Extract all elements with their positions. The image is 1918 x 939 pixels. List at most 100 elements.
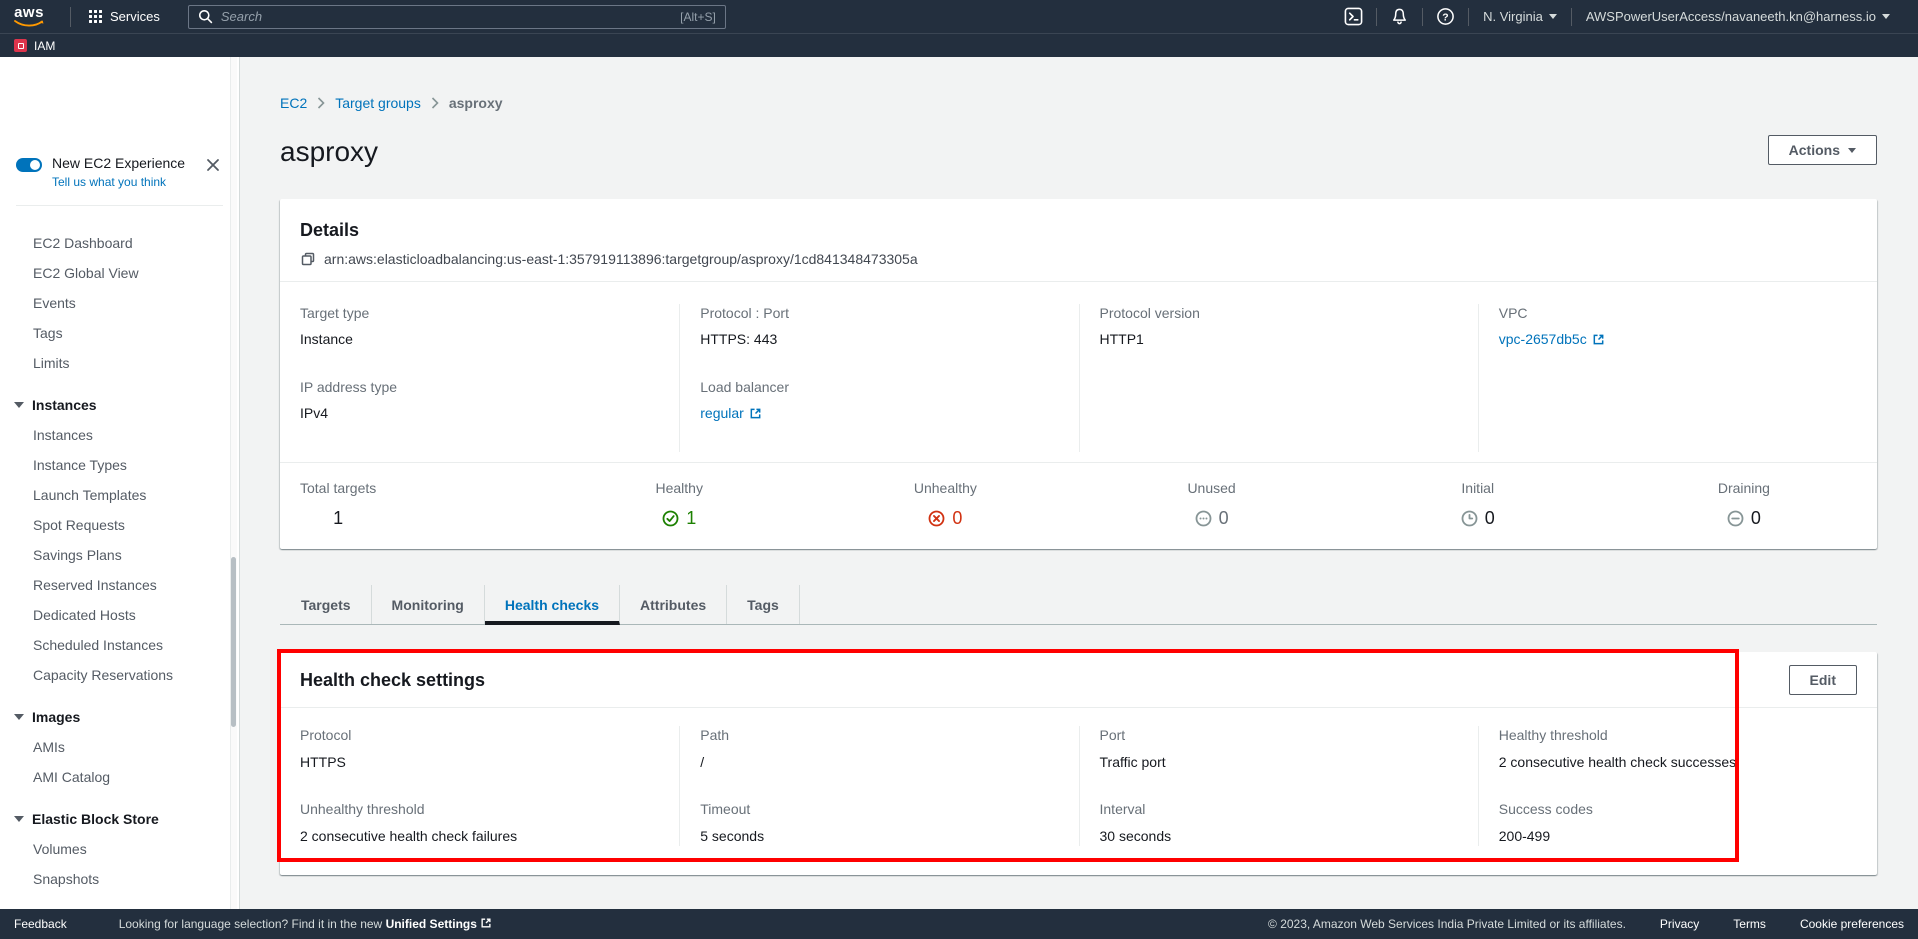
services-menu-button[interactable]: Services (83, 5, 166, 28)
account-menu[interactable]: AWSPowerUserAccess/navaneeth.kn@harness.… (1572, 0, 1904, 33)
protocol-port-value: HTTPS: 443 (700, 330, 1058, 348)
aws-logo[interactable]: aws (14, 6, 44, 28)
breadcrumb-target-groups[interactable]: Target groups (335, 95, 421, 111)
total-targets-value: 1 (300, 507, 376, 529)
tab-bar: Targets Monitoring Health checks Attribu… (280, 585, 1877, 625)
sidebar-item-spot-requests[interactable]: Spot Requests (0, 510, 239, 540)
top-navigation-bar: aws Services [Alt+S] ? N. Virginia AWSPo… (0, 0, 1918, 33)
sidebar-scrollbar[interactable] (230, 57, 237, 909)
region-selector[interactable]: N. Virginia (1469, 0, 1571, 33)
hc-protocol-value: HTTPS (300, 752, 659, 772)
iam-shortcut[interactable]: IAM (14, 39, 55, 53)
tab-health-checks[interactable]: Health checks (485, 585, 620, 625)
terms-link[interactable]: Terms (1733, 917, 1766, 931)
unified-settings-link[interactable]: Unified Settings (386, 917, 477, 931)
privacy-link[interactable]: Privacy (1660, 917, 1699, 931)
sidebar-item-capacity-reservations[interactable]: Capacity Reservations (0, 660, 239, 690)
vpc-link[interactable]: vpc-2657db5c (1499, 330, 1605, 348)
sidebar-item-instance-types[interactable]: Instance Types (0, 450, 239, 480)
sidebar-item-events[interactable]: Events (0, 288, 239, 318)
field-label: Protocol : Port (700, 304, 1058, 322)
breadcrumb-current: asproxy (449, 95, 503, 111)
chevron-right-icon (317, 97, 325, 109)
footer: Feedback Looking for language selection?… (0, 909, 1918, 939)
section-label: Elastic Block Store (32, 811, 159, 827)
field-label: Timeout (700, 800, 1058, 818)
page-title: asproxy (280, 135, 378, 169)
vpc-id: vpc-2657db5c (1499, 330, 1587, 348)
new-experience-toggle[interactable] (16, 158, 42, 172)
nav-divider (70, 7, 71, 27)
svg-text:?: ? (1442, 12, 1448, 23)
draining-count: 0 (1751, 507, 1761, 529)
sidebar-item-tags[interactable]: Tags (0, 318, 239, 348)
initial-label: Initial (1345, 479, 1611, 497)
sidebar-section-elastic-block-store[interactable]: Elastic Block Store (0, 802, 239, 834)
field-label: IP address type (300, 378, 659, 396)
notifications-button[interactable] (1377, 0, 1422, 33)
cloudshell-button[interactable] (1331, 0, 1376, 33)
hc-healthy-threshold-value: 2 consecutive health check successes (1499, 752, 1857, 772)
sidebar-item-ec2-dashboard[interactable]: EC2 Dashboard (0, 228, 239, 258)
field-label: Interval (1100, 800, 1458, 818)
main-content: EC2 Target groups asproxy asproxy Action… (240, 57, 1918, 909)
tell-us-link[interactable]: Tell us what you think (52, 175, 197, 189)
field-label: Load balancer (700, 378, 1058, 396)
sidebar-item-limits[interactable]: Limits (0, 348, 239, 378)
sidebar-item-savings-plans[interactable]: Savings Plans (0, 540, 239, 570)
initial-clock-circle-icon (1461, 510, 1478, 527)
sidebar-item-launch-templates[interactable]: Launch Templates (0, 480, 239, 510)
load-balancer-link[interactable]: regular (700, 404, 762, 422)
actions-button[interactable]: Actions (1768, 135, 1877, 165)
tab-targets[interactable]: Targets (280, 585, 372, 624)
sidebar-item-dedicated-hosts[interactable]: Dedicated Hosts (0, 600, 239, 630)
field-label: Healthy threshold (1499, 726, 1857, 744)
sidebar-item-amis[interactable]: AMIs (0, 732, 239, 762)
section-label: Instances (32, 397, 97, 413)
hc-path-value: / (700, 752, 1058, 772)
ec2-sidebar: New EC2 Experience Tell us what you thin… (0, 57, 240, 909)
aws-logo-text: aws (14, 6, 44, 20)
sidebar-divider (16, 205, 223, 206)
field-label: Target type (300, 304, 659, 322)
tab-tags[interactable]: Tags (727, 585, 800, 624)
account-label: AWSPowerUserAccess/navaneeth.kn@harness.… (1586, 9, 1876, 24)
actions-label: Actions (1789, 142, 1840, 158)
help-button[interactable]: ? (1423, 0, 1468, 33)
section-label: Images (32, 709, 80, 725)
copy-icon[interactable] (300, 251, 316, 267)
search-input[interactable] (221, 9, 680, 24)
tab-monitoring[interactable]: Monitoring (372, 585, 485, 624)
tab-attributes[interactable]: Attributes (620, 585, 727, 624)
draining-minus-circle-icon (1727, 510, 1744, 527)
feedback-link[interactable]: Feedback (14, 917, 67, 931)
unhealthy-count: 0 (952, 507, 962, 529)
sidebar-item-scheduled-instances[interactable]: Scheduled Instances (0, 630, 239, 660)
sidebar-section-instances[interactable]: Instances (0, 388, 239, 420)
copyright-text: © 2023, Amazon Web Services India Privat… (1268, 917, 1626, 931)
services-label: Services (110, 9, 160, 24)
initial-count: 0 (1485, 507, 1495, 529)
sidebar-item-snapshots[interactable]: Snapshots (0, 864, 239, 894)
field-label: Success codes (1499, 800, 1857, 818)
sidebar-item-volumes[interactable]: Volumes (0, 834, 239, 864)
scrollbar-thumb[interactable] (231, 557, 236, 727)
global-search-box[interactable]: [Alt+S] (188, 5, 726, 29)
sidebar-section-images[interactable]: Images (0, 700, 239, 732)
external-link-icon (1592, 333, 1605, 346)
question-mark-icon: ? (1436, 7, 1455, 26)
breadcrumb-ec2[interactable]: EC2 (280, 95, 307, 111)
hc-timeout-value: 5 seconds (700, 826, 1058, 846)
chevron-down-icon (1882, 14, 1890, 19)
sidebar-item-ami-catalog[interactable]: AMI Catalog (0, 762, 239, 792)
chevron-right-icon (431, 97, 439, 109)
total-targets-label: Total targets (300, 479, 376, 497)
sidebar-item-instances[interactable]: Instances (0, 420, 239, 450)
health-check-grid: ProtocolHTTPS Unhealthy threshold2 conse… (280, 708, 1877, 875)
target-type-value: Instance (300, 330, 659, 348)
sidebar-item-ec2-global-view[interactable]: EC2 Global View (0, 258, 239, 288)
close-banner-button[interactable] (203, 155, 223, 175)
edit-button[interactable]: Edit (1789, 665, 1857, 695)
cookie-preferences-link[interactable]: Cookie preferences (1800, 917, 1904, 931)
sidebar-item-reserved-instances[interactable]: Reserved Instances (0, 570, 239, 600)
